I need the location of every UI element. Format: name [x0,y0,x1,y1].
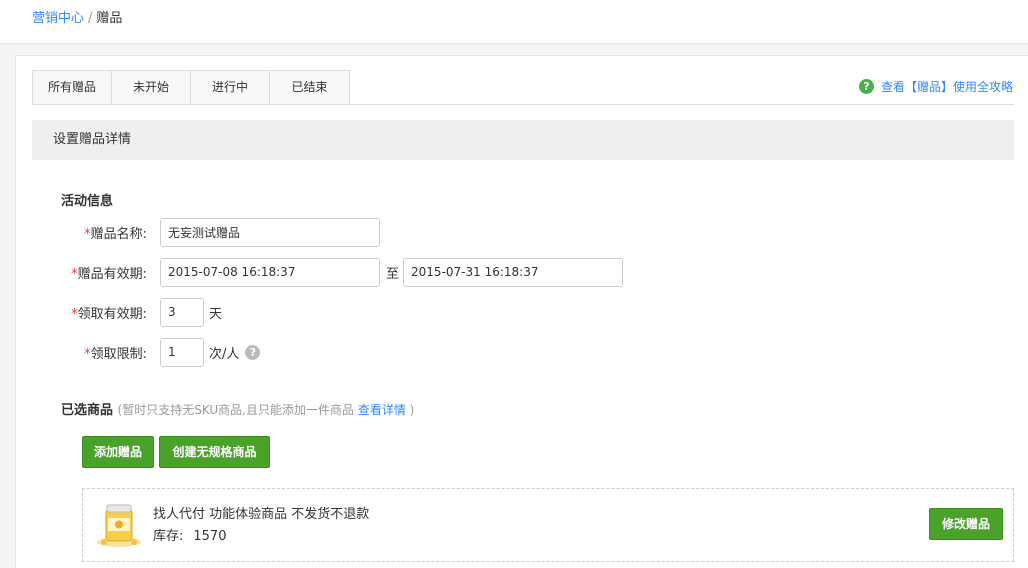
claim-limit-unit: 次/人 [209,346,240,362]
tab-in-progress[interactable]: 进行中 [191,71,270,104]
help-guide-text: 查看【赠品】使用全攻略 [880,80,1013,94]
help-question-icon: ? [858,79,874,94]
gift-name-row: *赠品名称: [61,217,380,247]
validity-to-text: 至 [386,266,400,282]
claim-validity-input[interactable] [160,297,204,327]
create-no-spec-goods-button[interactable]: 创建无规格商品 [159,436,270,468]
breadcrumb-separator: / [88,11,93,26]
claim-validity-row: *领取有效期: 天 [61,297,222,327]
selected-goods-note: (暂时只支持无SKU商品,且只能添加一件商品 查看详情 ) [117,403,415,417]
tab-ended[interactable]: 已结束 [270,71,349,104]
main-panel: 所有赠品 未开始 进行中 已结束 ? 查看【赠品】使用全攻略 设置赠品详情 活动… [15,55,1028,568]
gift-name-label: *赠品名称: [84,226,147,242]
top-bar: 营销中心 / 赠品 [0,0,1028,44]
help-guide-link[interactable]: ? 查看【赠品】使用全攻略 [858,78,1013,95]
tab-not-started[interactable]: 未开始 [112,71,191,104]
gift-validity-label: *赠品有效期: [71,266,147,282]
breadcrumb-marketing-center-link[interactable]: 营销中心 [32,11,84,26]
breadcrumb: 营销中心 / 赠品 [32,11,122,27]
claim-validity-label: *领取有效期: [71,306,147,322]
goods-stock: 库存: 1570 [153,529,227,544]
add-gift-button[interactable]: 添加赠品 [82,436,154,468]
claim-limit-label: *领取限制: [84,346,147,362]
section-header: 设置赠品详情 [32,120,1014,160]
gift-name-input[interactable] [160,217,380,247]
goods-name: 找人代付 功能体验商品 不发货不退款 [153,507,370,522]
selected-goods-item: 找人代付 功能体验商品 不发货不退款 库存: 1570 修改赠品 [82,488,1014,562]
claim-limit-row: *领取限制: 次/人 ? [61,337,261,367]
activity-info-title: 活动信息 [61,194,114,209]
claim-limit-input[interactable] [160,337,204,367]
tab-all-gifts[interactable]: 所有赠品 [33,71,112,104]
gift-validity-start-input[interactable] [160,257,380,287]
gift-validity-row: *赠品有效期: 至 [61,257,624,287]
selected-goods-title: 已选商品 (暂时只支持无SKU商品,且只能添加一件商品 查看详情 ) [61,403,415,418]
tab-divider [32,104,1014,105]
gift-tabs: 所有赠品 未开始 进行中 已结束 [32,70,350,104]
goods-stock-value: 1570 [193,529,227,544]
edit-gift-button[interactable]: 修改赠品 [929,508,1003,540]
gift-validity-end-input[interactable] [403,257,624,287]
view-details-link[interactable]: 查看详情 [358,403,406,417]
goods-thumbnail-icon [97,504,141,547]
claim-validity-unit: 天 [209,306,223,322]
breadcrumb-current: 赠品 [96,11,123,26]
claim-limit-help-icon[interactable]: ? [245,344,261,360]
